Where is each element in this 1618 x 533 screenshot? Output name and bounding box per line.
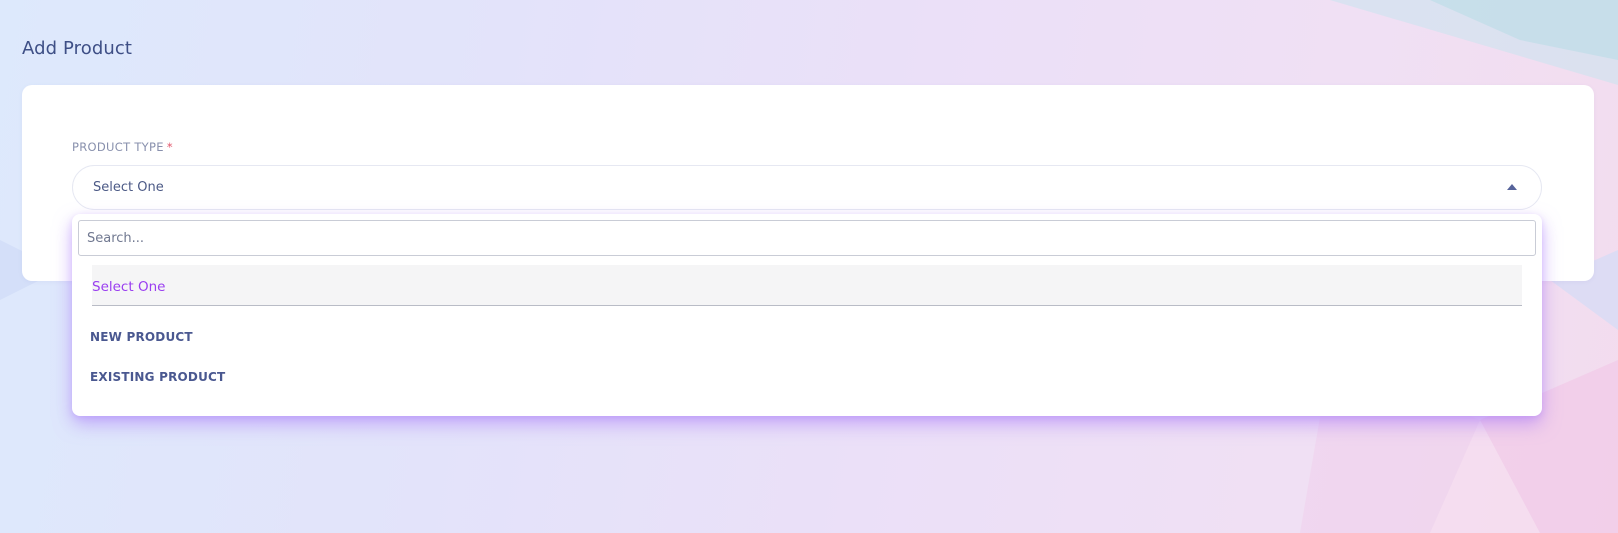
dropdown-search-input[interactable] <box>78 220 1536 256</box>
dropdown-option-label: EXISTING PRODUCT <box>90 370 226 384</box>
dropdown-option-label: Select One <box>92 279 166 295</box>
page-title: Add Product <box>22 38 133 59</box>
dropdown-option-new-product[interactable]: NEW PRODUCT <box>90 330 193 344</box>
dropdown-option-existing-product[interactable]: EXISTING PRODUCT <box>90 370 225 384</box>
product-type-label-text: PRODUCT TYPE <box>72 140 164 154</box>
dropdown-option-select-one[interactable]: Select One <box>92 265 1522 306</box>
product-type-select[interactable]: Select One <box>72 165 1542 210</box>
product-type-dropdown: Select One NEW PRODUCT EXISTING PRODUCT <box>72 214 1542 416</box>
dropdown-option-label: NEW PRODUCT <box>90 330 193 344</box>
required-marker: * <box>166 140 173 154</box>
product-type-selected-value: Select One <box>93 180 164 195</box>
product-type-label: PRODUCT TYPE * <box>72 140 173 154</box>
caret-up-icon <box>1507 184 1517 190</box>
